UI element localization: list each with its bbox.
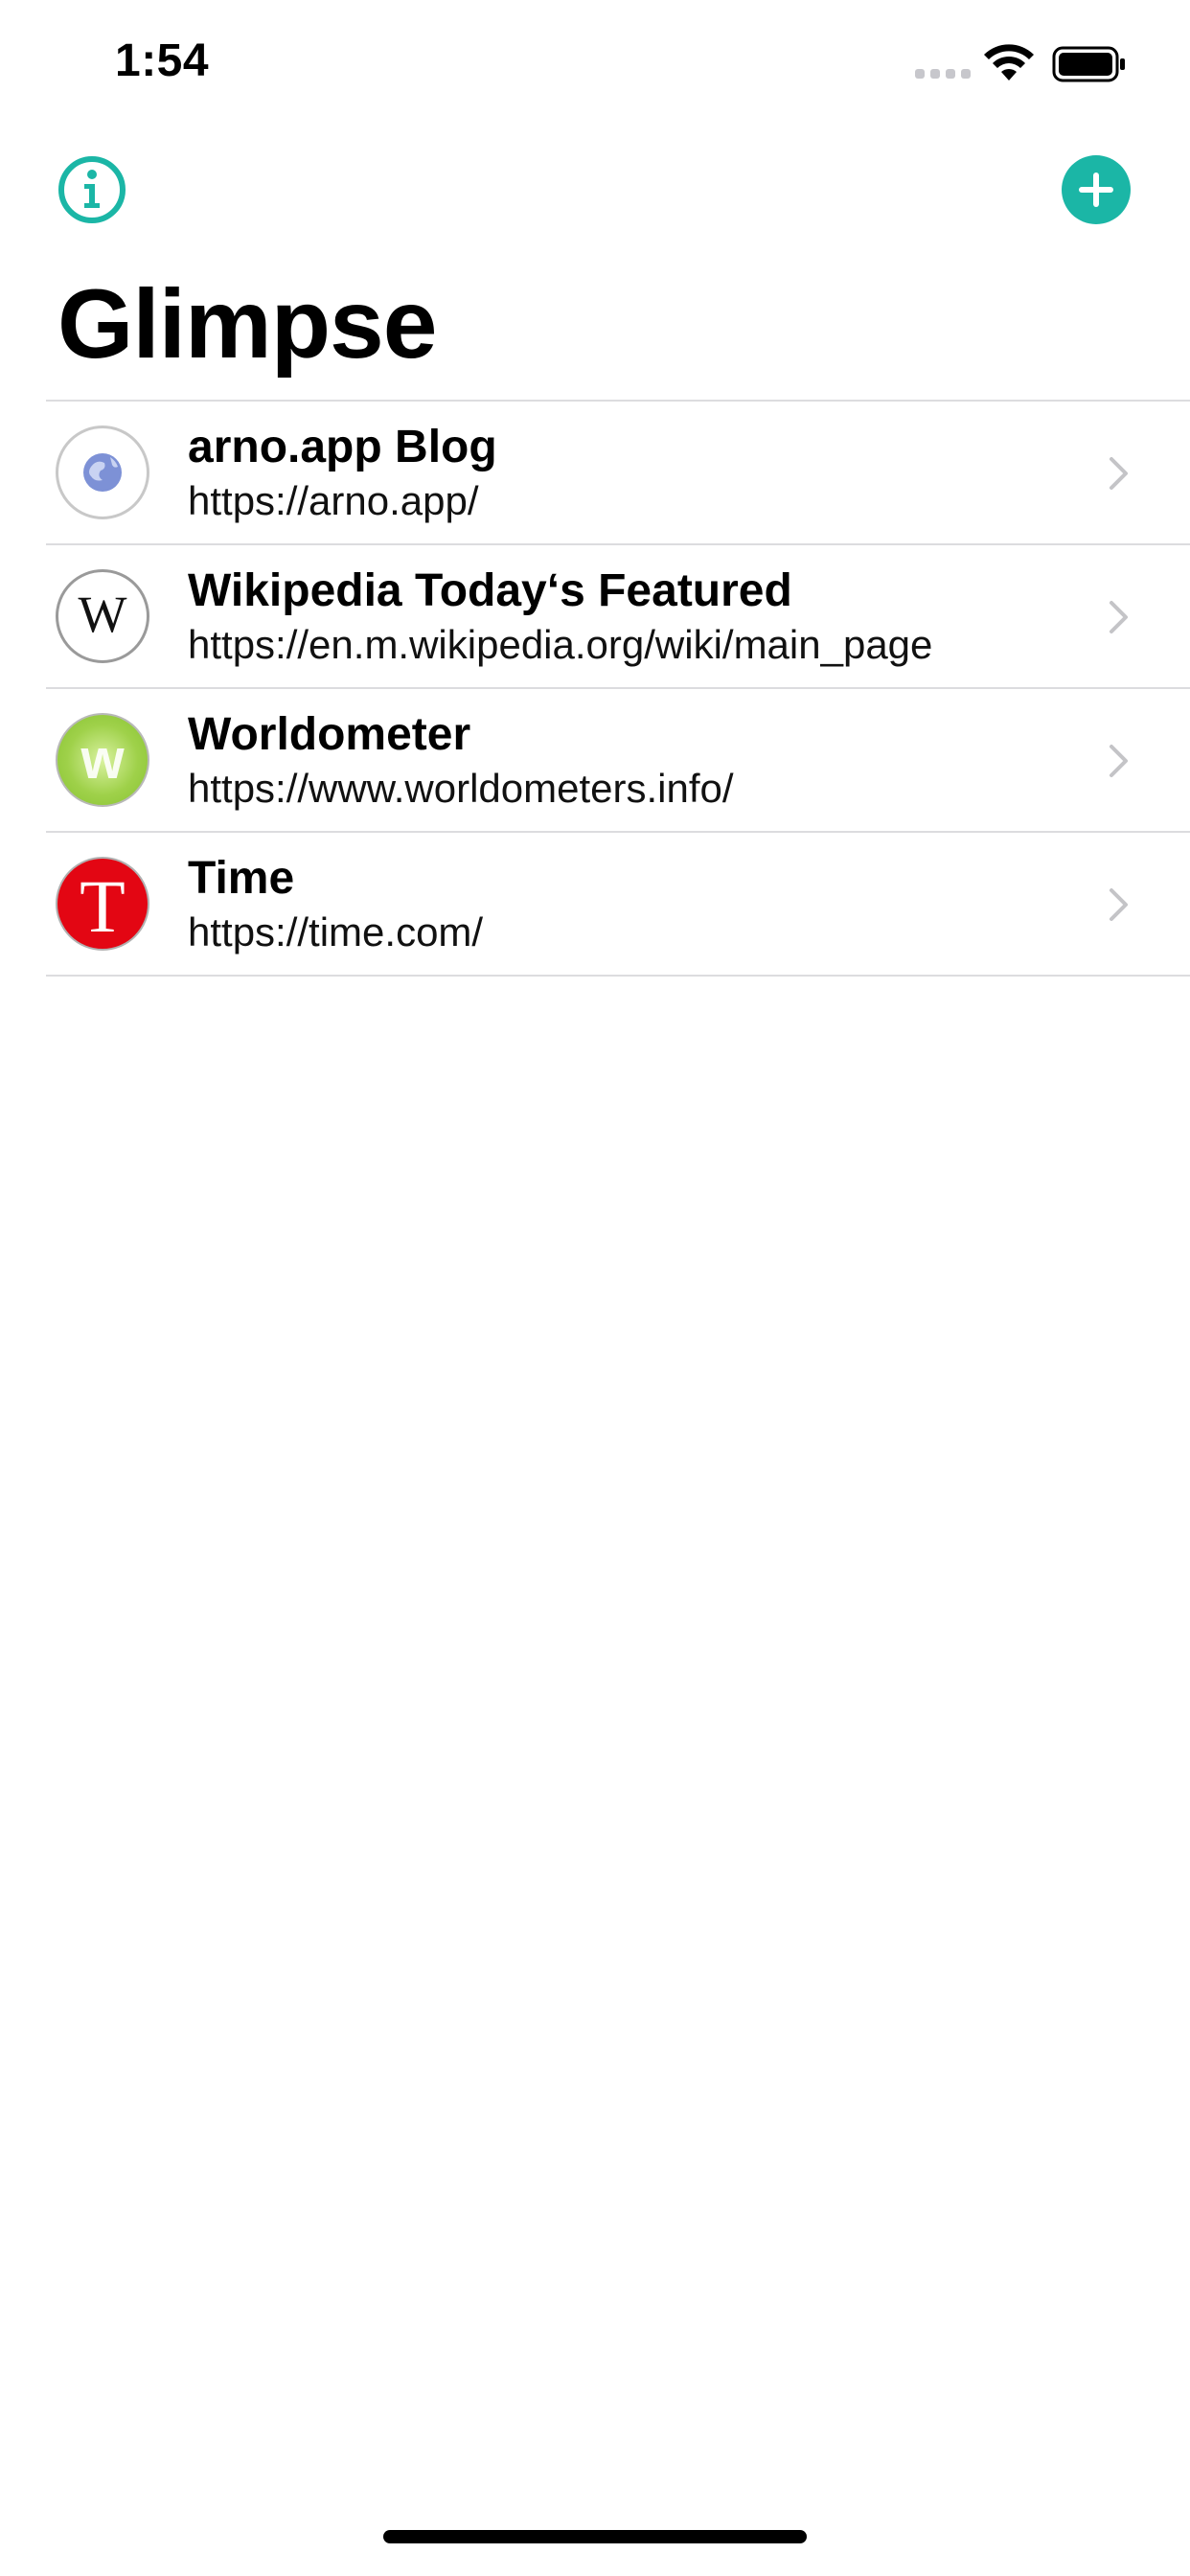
list-item[interactable]: W Wikipedia Today‘s Featured https://en.… <box>46 545 1190 689</box>
wikipedia-w-icon: W <box>56 569 149 663</box>
item-title: Worldometer <box>188 709 471 760</box>
home-indicator[interactable] <box>383 2530 807 2543</box>
page-title: Glimpse <box>57 269 437 379</box>
svg-text:W: W <box>79 586 127 643</box>
item-title: arno.app Blog <box>188 422 497 472</box>
worldometer-w-icon: w <box>56 713 149 807</box>
list-item[interactable]: arno.app Blog https://arno.app/ <box>46 402 1190 545</box>
cellular-signal-icon <box>915 69 971 79</box>
time-t-icon: T <box>56 857 149 951</box>
chevron-right-icon <box>1110 457 1128 490</box>
svg-text:w: w <box>80 728 125 791</box>
status-time: 1:54 <box>115 35 210 86</box>
item-url: https://time.com/ <box>188 909 484 954</box>
item-url: https://www.worldometers.info/ <box>188 766 734 811</box>
list-item[interactable]: w Worldometer https://www.worldometers.i… <box>46 689 1190 833</box>
item-title: Wikipedia Today‘s Featured <box>188 565 792 616</box>
svg-text:T: T <box>80 864 126 948</box>
chevron-right-icon <box>1110 745 1128 777</box>
wifi-icon <box>984 44 1034 80</box>
item-url: https://en.m.wikipedia.org/wiki/main_pag… <box>188 622 933 667</box>
site-list: arno.app Blog https://arno.app/ W Wikipe… <box>46 400 1190 977</box>
chevron-right-icon <box>1110 601 1128 633</box>
item-url: https://arno.app/ <box>188 478 479 523</box>
chevron-right-icon <box>1110 888 1128 921</box>
battery-icon <box>1052 46 1125 82</box>
info-button[interactable] <box>57 155 126 224</box>
list-item[interactable]: T Time https://time.com/ <box>46 833 1190 977</box>
globe-icon <box>56 426 149 519</box>
status-bar: 1:54 <box>0 0 1190 126</box>
add-button[interactable] <box>1062 155 1131 224</box>
item-title: Time <box>188 853 295 904</box>
